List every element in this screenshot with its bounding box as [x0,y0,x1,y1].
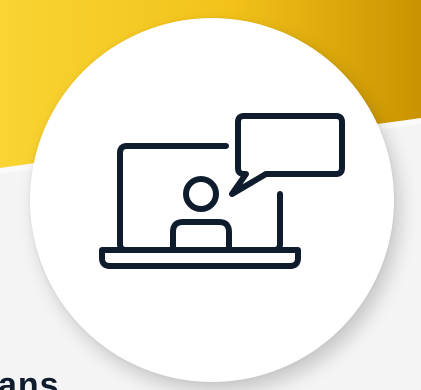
laptop-video-chat-icon [99,113,345,269]
caption-text: ans [0,366,60,390]
person-body [170,219,232,253]
person-head [183,176,219,212]
laptop-base [99,247,301,269]
graphic-card: ans [0,0,421,390]
speech-bubble [229,113,345,197]
laptop-screen [117,143,283,253]
icon-circle [30,18,394,382]
